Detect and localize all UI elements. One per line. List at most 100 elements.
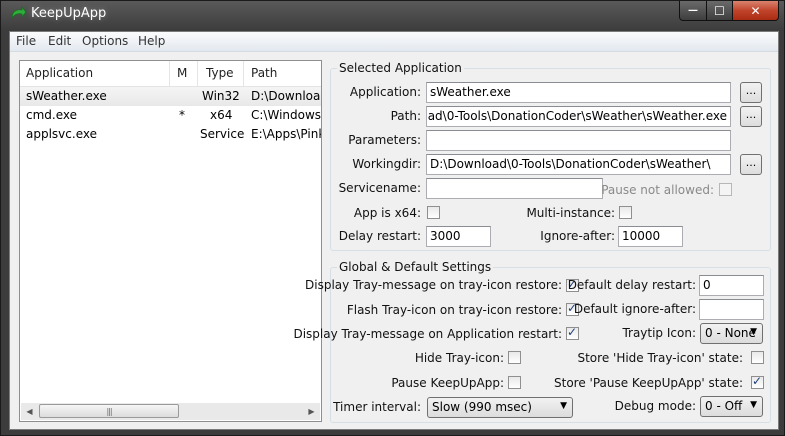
table-row[interactable]: cmd.exe * x64 C:\Windows\ (20, 106, 321, 125)
traytip-icon-value: 0 - None (705, 326, 756, 340)
servicename-label: Servicename: (338, 181, 421, 195)
app-x64-checkbox[interactable] (427, 206, 440, 219)
table-row[interactable]: sWeather.exe Win32 D:\Download (20, 87, 321, 106)
scroll-left-icon[interactable]: ◀ (21, 403, 38, 420)
close-icon: ✕ (750, 3, 761, 18)
store-pause-label: Store 'Pause KeepUpApp' state: (554, 376, 743, 390)
global-settings-group: Global & Default Settings Display Tray-m… (293, 260, 771, 423)
check-mark-icon: ✓ (567, 325, 578, 339)
scroll-thumb[interactable]: ||| (39, 404, 179, 418)
chevron-down-icon: ▼ (750, 400, 757, 410)
application-label: Application: (349, 85, 421, 99)
title-bar[interactable]: KeepUpApp — ☐ ✕ (1, 1, 785, 27)
pause-keepupapp-label: Pause KeepUpApp: (391, 376, 504, 390)
workingdir-field[interactable]: D:\Download\0-Tools\DonationCoder\sWeath… (426, 154, 731, 175)
pause-not-allowed-label: Pause not allowed: (601, 183, 714, 197)
store-pause-checkbox[interactable]: ✓ (751, 374, 764, 389)
servicename-field[interactable] (426, 178, 603, 199)
browse-path-button[interactable]: ... (740, 106, 762, 127)
minimize-button[interactable]: — (679, 1, 707, 21)
multi-instance-checkbox[interactable] (619, 206, 632, 219)
ignore-after-field[interactable]: 10000 (618, 226, 683, 247)
tray-message-app-restart-checkbox[interactable]: ✓ (566, 325, 579, 340)
scroll-right-icon[interactable]: ▶ (303, 403, 320, 420)
column-application[interactable]: Application (26, 66, 93, 80)
cell-path: D:\Download (251, 89, 321, 103)
store-hide-tray-label: Store 'Hide Tray-icon' state: (577, 351, 743, 365)
delay-restart-label: Delay restart: (338, 229, 421, 243)
ignore-after-label: Ignore-after: (540, 229, 615, 243)
menu-bar: File Edit Options Help (10, 32, 778, 52)
cell-application: cmd.exe (26, 108, 78, 122)
cell-path: E:\Apps\Pink (251, 127, 321, 141)
app-x64-label: App is x64: (353, 206, 421, 220)
debug-mode-label: Debug mode: (614, 399, 696, 413)
traytip-icon-dropdown[interactable]: 0 - None ▼ (700, 323, 763, 344)
application-field[interactable]: sWeather.exe (426, 82, 731, 103)
selected-application-group: Selected Application Application: sWeath… (330, 61, 771, 251)
parameters-field[interactable] (426, 130, 731, 151)
hide-tray-label: Hide Tray-icon: (414, 351, 504, 365)
client-area: File Edit Options Help Application M Typ… (9, 31, 779, 430)
app-window: KeepUpApp — ☐ ✕ File Edit Options Help A… (0, 0, 785, 436)
tray-message-app-restart-label: Display Tray-message on Application rest… (293, 327, 562, 341)
browse-workingdir-button[interactable]: ... (740, 154, 762, 175)
path-label: Path: (390, 109, 421, 123)
column-divider[interactable] (169, 61, 170, 86)
flash-tray-label: Flash Tray-icon on tray-icon restore: (346, 303, 562, 317)
path-field[interactable]: D:\Download\0-Tools\DonationCoder\sWeath… (426, 106, 731, 127)
application-list[interactable]: Application M Type Path sWeather.exe Win… (19, 60, 322, 422)
column-divider[interactable] (243, 61, 244, 86)
menu-file[interactable]: File (16, 34, 36, 48)
horizontal-scrollbar[interactable]: ◀ ||| ▶ (21, 403, 320, 420)
browse-application-button[interactable]: ... (740, 82, 762, 103)
window-title: KeepUpApp (31, 6, 107, 21)
default-ignore-label: Default ignore-after: (573, 302, 696, 316)
timer-interval-label: Timer interval: (333, 400, 421, 414)
app-icon (11, 5, 27, 20)
table-row[interactable]: applsvc.exe Service E:\Apps\Pink (20, 125, 321, 144)
global-settings-legend: Global & Default Settings (337, 260, 494, 274)
cell-path: C:\Windows\ (251, 108, 321, 122)
chevron-down-icon: ▼ (560, 401, 567, 411)
delay-restart-field[interactable]: 3000 (426, 226, 491, 247)
cell-type: Win32 (202, 89, 240, 103)
maximize-icon: ☐ (714, 3, 725, 18)
maximize-button[interactable]: ☐ (706, 1, 733, 21)
cell-type: Service (200, 127, 244, 141)
menu-help[interactable]: Help (138, 34, 165, 48)
column-path[interactable]: Path (251, 66, 277, 80)
cell-m: * (179, 108, 185, 122)
list-header: Application M Type Path (20, 61, 321, 87)
close-button[interactable]: ✕ (732, 1, 779, 21)
hide-tray-checkbox[interactable] (508, 351, 521, 364)
column-m[interactable]: M (177, 66, 187, 80)
workingdir-label: Workingdir: (352, 157, 421, 171)
column-divider[interactable] (197, 61, 198, 86)
debug-mode-dropdown[interactable]: 0 - Off ▼ (700, 396, 763, 417)
column-type[interactable]: Type (206, 66, 234, 80)
check-mark-icon: ✓ (752, 374, 763, 388)
default-delay-field[interactable]: 0 (699, 275, 764, 296)
pause-not-allowed-checkbox (719, 183, 732, 196)
parameters-label: Parameters: (348, 133, 421, 147)
multi-instance-label: Multi-instance: (526, 206, 615, 220)
timer-interval-dropdown[interactable]: Slow (990 msec) ▼ (427, 397, 573, 418)
minimize-icon: — (688, 5, 698, 16)
menu-options[interactable]: Options (82, 34, 128, 48)
selected-application-legend: Selected Application (337, 61, 464, 75)
debug-mode-value: 0 - Off (705, 399, 743, 413)
cell-application: applsvc.exe (26, 127, 97, 141)
timer-interval-value: Slow (990 msec) (432, 400, 532, 414)
default-delay-label: Default delay restart: (567, 278, 696, 292)
cell-type: x64 (210, 108, 233, 122)
menu-edit[interactable]: Edit (48, 34, 71, 48)
default-ignore-field[interactable] (699, 299, 764, 320)
traytip-icon-label: Traytip Icon: (622, 326, 696, 340)
chevron-down-icon: ▼ (750, 327, 757, 337)
path-value: D:\Download\0-Tools\DonationCoder\sWeath… (427, 109, 727, 123)
tray-message-restore-label: Display Tray-message on tray-icon restor… (305, 278, 562, 292)
pause-keepupapp-checkbox[interactable] (508, 376, 521, 389)
cell-application: sWeather.exe (26, 89, 107, 103)
store-hide-tray-checkbox[interactable] (751, 351, 764, 364)
